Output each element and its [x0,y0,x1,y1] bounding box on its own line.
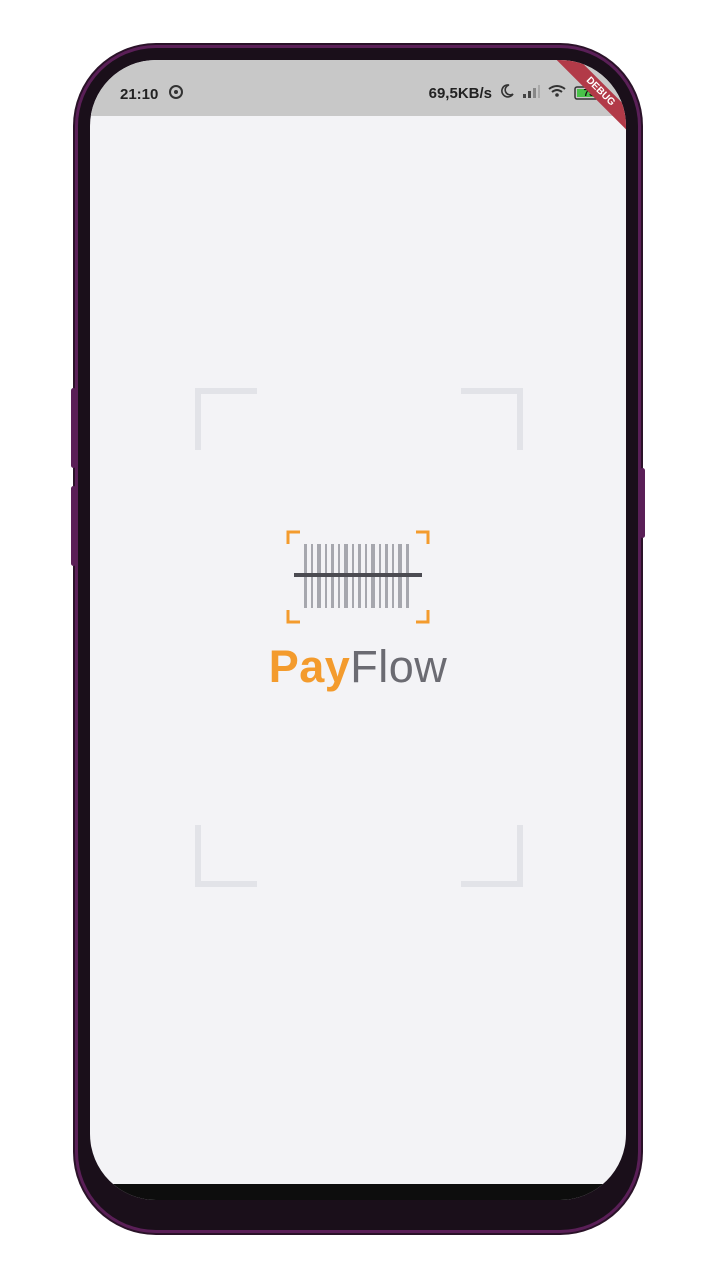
network-speed: 69,5KB/s [428,84,492,102]
status-bar: 21:10 69,5KB/s DEBUG [90,60,626,141]
brand-pay: Pay [268,641,351,692]
scan-frame-bottom-left [195,825,257,887]
clock: 21:10 [120,85,159,103]
scan-frame-bottom-right [461,825,523,887]
signal-icon [522,84,540,102]
barcode-icon [286,530,430,628]
app-name: PayFlow [238,641,478,693]
scan-frame-top-left [195,388,257,450]
brand-flow: Flow [350,641,448,692]
app-screen: 21:10 69,5KB/s DEBUG PayFlow [90,60,626,1200]
sync-icon [168,84,184,104]
screen-bottom-edge [90,1184,626,1200]
splash-logo: PayFlow [238,530,478,693]
volume-button [71,388,76,468]
power-button [640,468,645,538]
volume-button [71,486,76,566]
moon-icon [500,84,514,102]
wifi-icon [548,84,566,102]
scan-frame-top-right [461,388,523,450]
phone-frame: 21:10 69,5KB/s DEBUG PayFlow [71,48,645,1230]
